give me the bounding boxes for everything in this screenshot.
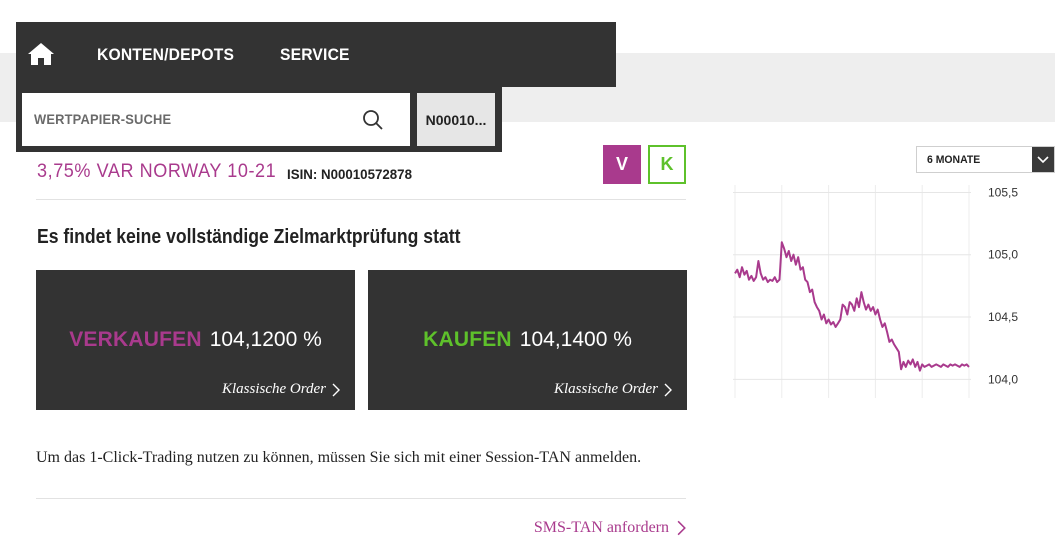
buy-order-box[interactable]: KAUFEN 104,1400 % Klassische Order <box>368 270 687 410</box>
session-tan-info: Um das 1-Click-Trading nutzen zu können,… <box>36 449 642 466</box>
buy-price: 104,1400 % <box>519 328 632 351</box>
home-icon[interactable] <box>26 39 56 69</box>
chevron-right-icon <box>664 383 672 396</box>
divider <box>36 199 686 200</box>
classic-order-link-buy[interactable]: Klassische Order <box>554 381 673 398</box>
search-input[interactable]: WERTPAPIER-SUCHE <box>22 93 410 146</box>
y-tick-label: 104,5 <box>988 310 1018 324</box>
classic-order-label: Klassische Order <box>553 381 658 397</box>
sell-price: 104,1200 % <box>209 328 322 351</box>
search-placeholder: WERTPAPIER-SUCHE <box>34 111 172 127</box>
chevron-right-icon <box>677 520 686 536</box>
chevron-right-icon <box>332 383 340 396</box>
chart-range-value: 6 MONATE <box>927 154 981 166</box>
search-bar: WERTPAPIER-SUCHE N00010... <box>16 87 502 152</box>
y-tick-label: 105,0 <box>988 248 1018 262</box>
buy-toggle-button[interactable]: K <box>648 145 686 184</box>
search-icon[interactable] <box>362 109 384 131</box>
target-market-warning: Es findet keine vollständige Zielmarktpr… <box>37 226 461 248</box>
classic-order-label: Klassische Order <box>221 381 326 397</box>
chart-range-select[interactable]: 6 MONATE <box>916 146 1055 173</box>
sell-toggle-button[interactable]: V <box>603 145 641 184</box>
chevron-down-icon <box>1032 147 1054 172</box>
y-tick-label: 105,5 <box>988 185 1018 199</box>
security-title: 3,75% VAR NORWAY 10-21 <box>37 161 277 182</box>
y-tick-label: 104,0 <box>988 372 1018 386</box>
main-navigation: KONTEN/DEPOTS SERVICE <box>16 22 616 87</box>
divider <box>36 498 686 499</box>
nav-konten-depots[interactable]: KONTEN/DEPOTS <box>97 45 234 65</box>
sms-tan-label: SMS-TAN anfordern <box>533 519 669 536</box>
buy-label: KAUFEN <box>423 328 512 351</box>
sell-order-box[interactable]: VERKAUFEN 104,1200 % Klassische Order <box>36 270 355 410</box>
recent-isin-chip[interactable]: N00010... <box>417 93 495 146</box>
nav-service[interactable]: SERVICE <box>280 45 350 65</box>
classic-order-link-sell[interactable]: Klassische Order <box>222 381 341 398</box>
sms-tan-link[interactable]: SMS-TAN anfordern <box>534 519 687 537</box>
sell-label: VERKAUFEN <box>69 328 202 351</box>
price-chart: 105,5 105,0 104,5 104,0 <box>733 185 1018 398</box>
isin-label: ISIN: N00010572878 <box>287 166 412 182</box>
price-series-line <box>734 241 970 372</box>
